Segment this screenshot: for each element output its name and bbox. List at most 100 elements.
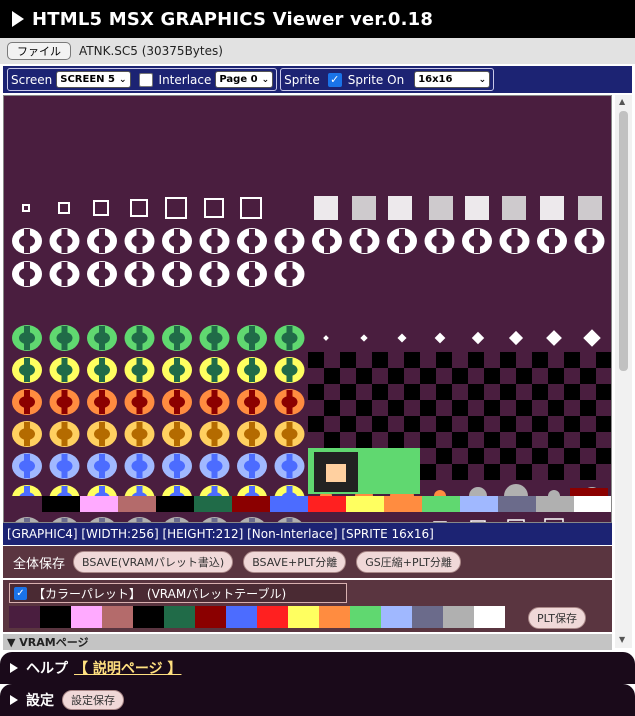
checker-cell xyxy=(548,432,564,448)
checker-cell xyxy=(420,368,436,384)
sprite-icon xyxy=(465,196,489,220)
checker-cell xyxy=(340,352,356,368)
sprite-group: Sprite ✓ Sprite On 16x16 ⌄ xyxy=(280,68,495,91)
scroll-up-icon[interactable]: ▲ xyxy=(619,97,625,106)
chevron-down-icon: ⌄ xyxy=(478,74,487,85)
palette-swatch[interactable] xyxy=(102,606,133,628)
ship-sprite-detail xyxy=(174,229,180,253)
screen-label: Screen xyxy=(11,72,53,87)
ship-sprite-detail xyxy=(99,358,105,382)
sprite-on-checkbox[interactable]: ✓ xyxy=(327,72,342,87)
checker-cell xyxy=(596,352,611,368)
checker-cell xyxy=(420,464,436,480)
plt-save-button[interactable]: PLT保存 xyxy=(528,607,586,629)
ship-sprite-detail xyxy=(174,326,180,350)
scrollbar-thumb[interactable] xyxy=(619,111,628,371)
ship-sprite-detail xyxy=(136,262,143,286)
ship-sprite-detail xyxy=(24,390,30,414)
image-palette-strip xyxy=(194,496,232,512)
settings-panel[interactable]: 設定 設定保存 xyxy=(0,684,635,716)
palette-swatch[interactable] xyxy=(164,606,195,628)
palette-title: 【カラーパレット】 (VRAMパレットテーブル) xyxy=(33,586,287,601)
checker-cell xyxy=(388,432,404,448)
ship-sprite-detail xyxy=(61,422,68,446)
checker-cell xyxy=(532,352,548,368)
interlace-checkbox[interactable] xyxy=(138,72,153,87)
help-link[interactable]: 【 説明ページ 】 xyxy=(74,658,181,678)
help-title: ヘルプ xyxy=(26,661,68,677)
checker-cell xyxy=(452,432,468,448)
ship-sprite-detail xyxy=(174,390,180,414)
bsave-plt-button[interactable]: BSAVE+PLT分離 xyxy=(243,551,347,573)
bsave-vram-button[interactable]: BSAVE(VRAMパレット書込) xyxy=(73,551,234,573)
palette-swatch[interactable] xyxy=(226,606,257,628)
graphics-canvas[interactable] xyxy=(3,95,612,523)
screen-select[interactable]: SCREEN 5 ⌄ xyxy=(56,71,131,88)
checker-cell xyxy=(484,400,500,416)
checker-cell xyxy=(548,400,564,416)
palette-swatch[interactable] xyxy=(443,606,474,628)
ship-sprite-detail xyxy=(249,518,255,522)
palette-swatch[interactable] xyxy=(71,606,102,628)
graphics-image xyxy=(4,96,611,522)
page-select[interactable]: Page 0 ⌄ xyxy=(215,71,274,88)
image-palette-strip xyxy=(498,496,536,512)
help-panel[interactable]: ヘルプ 【 説明ページ 】 xyxy=(0,652,635,684)
gs-compress-button[interactable]: GS圧縮+PLT分離 xyxy=(356,551,461,573)
save-all-label: 全体保存 xyxy=(13,556,66,572)
palette-swatch[interactable] xyxy=(350,606,381,628)
ship-sprite-detail xyxy=(174,358,180,382)
palette-swatch[interactable] xyxy=(381,606,412,628)
file-open-button[interactable]: ファイル xyxy=(7,42,71,60)
ship-sprite-detail xyxy=(136,518,143,522)
checker-cell xyxy=(452,400,468,416)
palette-swatch[interactable] xyxy=(195,606,226,628)
palette-swatch[interactable] xyxy=(412,606,443,628)
palette-swatch[interactable] xyxy=(133,606,164,628)
image-info: [GRAPHIC4] [WIDTH:256] [HEIGHT:212] [Non… xyxy=(3,523,612,545)
checker-cell xyxy=(308,416,324,432)
ship-sprite-detail xyxy=(24,518,30,522)
checker-cell xyxy=(500,448,516,464)
image-palette-strip xyxy=(118,496,156,512)
ship-sprite-detail xyxy=(211,229,218,253)
ship-sprite-detail xyxy=(99,390,105,414)
checker-cell xyxy=(356,400,372,416)
ship-sprite-detail xyxy=(174,454,180,478)
sprite-icon xyxy=(352,196,376,220)
checker-cell xyxy=(468,416,484,432)
image-palette-strip xyxy=(80,496,118,512)
scroll-down-icon[interactable]: ▼ xyxy=(619,635,625,644)
vram-page-section[interactable]: ▼ VRAMページ xyxy=(3,634,612,650)
control-bar: Screen SCREEN 5 ⌄ Interlace Page 0 ⌄ Sprit… xyxy=(3,66,632,93)
ship-sprite-detail xyxy=(211,358,218,382)
palette-toggle[interactable]: ✓ 【カラーパレット】 (VRAMパレットテーブル) xyxy=(9,583,347,603)
image-palette-strip xyxy=(384,496,422,512)
checker-cell xyxy=(580,400,596,416)
palette-swatch[interactable] xyxy=(257,606,288,628)
ship-sprite-detail xyxy=(174,422,180,446)
sprite-icon xyxy=(429,196,453,220)
palette-swatch[interactable] xyxy=(474,606,505,628)
sprite-size-select[interactable]: 16x16 ⌄ xyxy=(414,71,491,88)
palette-swatch[interactable] xyxy=(288,606,319,628)
checker-cell xyxy=(324,400,340,416)
palette-checkbox[interactable]: ✓ xyxy=(14,586,27,600)
palette-swatch[interactable] xyxy=(319,606,350,628)
settings-save-button[interactable]: 設定保存 xyxy=(62,690,124,710)
palette-swatch[interactable] xyxy=(40,606,71,628)
checker-cell xyxy=(532,448,548,464)
vertical-scrollbar[interactable]: ▲ ▼ xyxy=(615,95,632,648)
sprite-icon xyxy=(502,196,526,220)
image-palette-strip xyxy=(42,496,80,512)
file-name: ATNK.SC5 (30375Bytes) xyxy=(79,44,223,58)
ship-sprite-detail xyxy=(99,454,105,478)
ship-sprite-detail xyxy=(211,326,218,350)
checker-cell xyxy=(516,432,532,448)
ship-sprite-detail xyxy=(211,454,218,478)
app-window: HTML5 MSX GRAPHICS Viewer ver.0.18 ファイル … xyxy=(0,0,635,716)
ship-sprite-detail xyxy=(324,229,330,253)
image-palette-strip xyxy=(422,496,460,512)
collapse-triangle-icon[interactable] xyxy=(12,11,24,27)
palette-swatch[interactable] xyxy=(9,606,40,628)
